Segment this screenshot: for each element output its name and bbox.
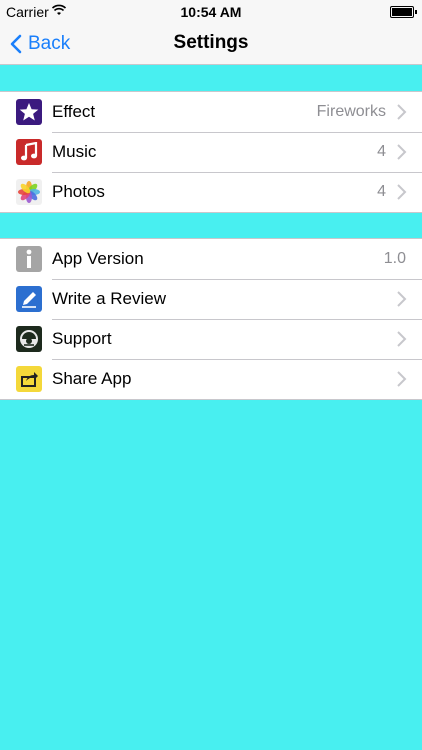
chevron-right-icon <box>397 144 407 160</box>
chevron-right-icon <box>397 331 407 347</box>
share-icon <box>16 366 42 392</box>
music-note-icon <box>16 139 42 165</box>
row-value: 1.0 <box>383 250 406 267</box>
row-label: Support <box>52 329 112 348</box>
pencil-icon <box>16 286 42 312</box>
row-value: 4 <box>377 143 386 160</box>
chevron-right-icon <box>397 371 407 387</box>
row-label: Effect <box>52 102 96 121</box>
row-value: 4 <box>377 183 386 200</box>
row-support[interactable]: Support <box>0 319 422 359</box>
settings-group-main: Effect Fireworks Music 4 Photos 4 <box>0 91 422 213</box>
row-photos[interactable]: Photos 4 <box>0 172 422 212</box>
battery-icon <box>390 6 417 18</box>
row-app-version: App Version 1.0 <box>0 239 422 279</box>
photos-flower-icon <box>16 179 42 205</box>
support-icon <box>16 326 42 352</box>
row-label: Photos <box>52 182 105 201</box>
chevron-right-icon <box>397 104 407 120</box>
chevron-right-icon <box>397 291 407 307</box>
status-bar: Carrier 10:54 AM <box>0 0 422 24</box>
status-time: 10:54 AM <box>180 4 242 20</box>
row-share-app[interactable]: Share App <box>0 359 422 399</box>
row-label: Share App <box>52 369 132 388</box>
row-label: App Version <box>52 249 144 268</box>
chevron-right-icon <box>397 184 407 200</box>
navigation-bar: Back Settings <box>0 24 422 65</box>
page-title: Settings <box>173 32 249 53</box>
info-icon <box>16 246 42 272</box>
star-icon <box>16 99 42 125</box>
row-label: Music <box>52 142 97 161</box>
row-label: Write a Review <box>52 289 166 308</box>
row-write-review[interactable]: Write a Review <box>0 279 422 319</box>
row-effect[interactable]: Effect Fireworks <box>0 92 422 132</box>
row-music[interactable]: Music 4 <box>0 132 422 172</box>
row-value: Fireworks <box>316 103 386 120</box>
settings-group-about: App Version 1.0 Write a Review Support S… <box>0 238 422 400</box>
